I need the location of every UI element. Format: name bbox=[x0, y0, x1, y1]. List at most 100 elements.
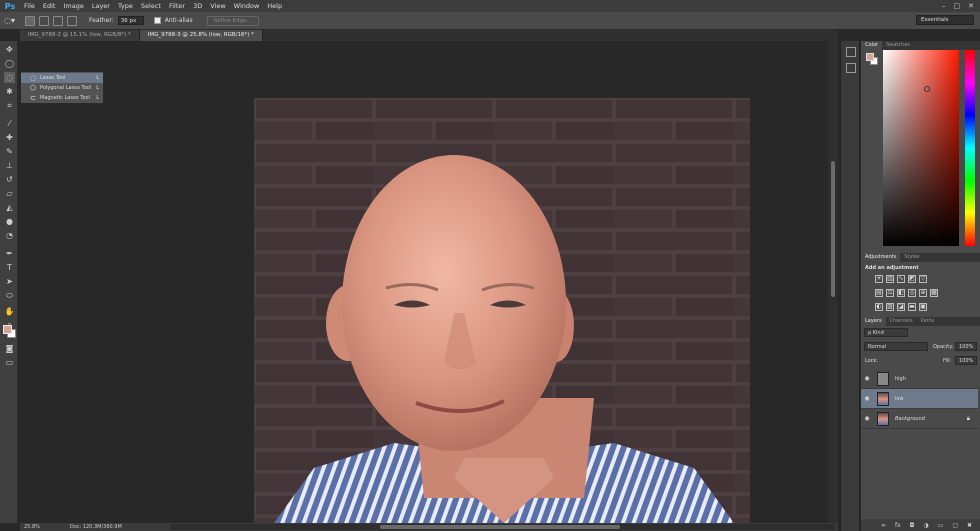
menu-view[interactable]: View bbox=[206, 2, 229, 10]
properties-panel-icon[interactable] bbox=[846, 63, 856, 73]
color-lookup-icon[interactable]: ▦ bbox=[930, 289, 938, 297]
workspace-switcher[interactable]: Essentials bbox=[916, 15, 974, 25]
blur-tool-icon[interactable]: ● bbox=[4, 216, 15, 227]
link-layers-icon[interactable]: ∞ bbox=[881, 522, 886, 529]
menu-select[interactable]: Select bbox=[137, 2, 165, 10]
maximize-button[interactable]: □ bbox=[954, 2, 961, 10]
feather-input[interactable]: 36 px bbox=[117, 16, 144, 25]
add-selection-icon[interactable] bbox=[39, 15, 49, 26]
new-selection-icon[interactable] bbox=[25, 15, 35, 26]
delete-layer-icon[interactable]: ✖ bbox=[967, 522, 972, 529]
layer-row-low[interactable]: ◉ low bbox=[861, 389, 978, 409]
vertical-scrollbar[interactable] bbox=[828, 41, 838, 523]
menu-filter[interactable]: Filter bbox=[165, 2, 189, 10]
visibility-eye-icon[interactable]: ◉ bbox=[861, 375, 873, 382]
layer-row-high[interactable]: ◉ high bbox=[861, 369, 978, 389]
tab-layers[interactable]: Layers bbox=[861, 317, 886, 326]
tab-img-9788-2[interactable]: IMG_9788-2 @ 15.1% (low, RGB/8*) * bbox=[20, 30, 140, 41]
path-selection-tool-icon[interactable]: ➤ bbox=[4, 276, 15, 287]
menu-image[interactable]: Image bbox=[59, 2, 87, 10]
hue-saturation-icon[interactable]: ▤ bbox=[875, 289, 883, 297]
intersect-selection-icon[interactable] bbox=[67, 15, 77, 26]
paint-bucket-tool-icon[interactable]: ◭ bbox=[4, 202, 15, 213]
brush-tool-icon[interactable]: ✎ bbox=[4, 146, 15, 157]
color-picker-cursor[interactable] bbox=[924, 86, 930, 92]
horizontal-scrollbar[interactable] bbox=[170, 524, 835, 530]
tab-channels[interactable]: Channels bbox=[886, 317, 917, 326]
gradient-map-icon[interactable]: ▬ bbox=[908, 303, 916, 311]
move-tool-icon[interactable]: ✥ bbox=[4, 44, 15, 55]
new-adjustment-icon[interactable]: ◑ bbox=[923, 522, 928, 529]
visibility-eye-icon[interactable]: ◉ bbox=[861, 415, 873, 422]
add-mask-icon[interactable]: ◘ bbox=[910, 522, 915, 529]
brightness-contrast-icon[interactable]: ☀ bbox=[875, 275, 883, 283]
threshold-icon[interactable]: ◪ bbox=[897, 303, 905, 311]
menu-file[interactable]: File bbox=[20, 2, 39, 10]
color-picker-field[interactable] bbox=[883, 50, 959, 246]
lasso-preset-icon[interactable]: ◌▾ bbox=[4, 16, 15, 25]
menu-edit[interactable]: Edit bbox=[39, 2, 60, 10]
curves-icon[interactable]: ∿ bbox=[897, 275, 905, 283]
healing-brush-tool-icon[interactable]: ✚ bbox=[4, 132, 15, 143]
exposure-icon[interactable]: ◩ bbox=[908, 275, 916, 283]
lock-icon[interactable]: 🔒︎ bbox=[967, 415, 970, 423]
tab-paths[interactable]: Paths bbox=[917, 317, 939, 326]
panel-foreground-swatch[interactable] bbox=[866, 53, 874, 61]
menu-type[interactable]: Type bbox=[114, 2, 137, 10]
hue-slider[interactable] bbox=[965, 50, 975, 246]
layer-kind-filter[interactable]: ρ Kind bbox=[864, 328, 908, 337]
tab-color[interactable]: Color bbox=[861, 41, 883, 50]
eraser-tool-icon[interactable]: ▱ bbox=[4, 188, 15, 199]
tab-swatches[interactable]: Swatches bbox=[882, 41, 914, 50]
history-panel-icon[interactable] bbox=[846, 47, 856, 57]
visibility-eye-icon[interactable]: ◉ bbox=[861, 395, 873, 402]
layer-style-icon[interactable]: fx bbox=[895, 522, 901, 529]
ellipse-tool-icon[interactable]: ⬭ bbox=[4, 290, 15, 301]
hand-tool-icon[interactable]: ✋ bbox=[4, 306, 15, 317]
minimize-button[interactable]: – bbox=[942, 2, 946, 10]
menu-window[interactable]: Window bbox=[230, 2, 264, 10]
clone-stamp-tool-icon[interactable]: ⊥ bbox=[4, 160, 15, 171]
screen-mode-icon[interactable]: ▭ bbox=[4, 357, 15, 368]
flyout-lasso-tool[interactable]: ◌ Lasso Tool L bbox=[21, 73, 103, 83]
new-group-icon[interactable]: ▭ bbox=[938, 522, 944, 529]
refine-edge-button[interactable]: Refine Edge... bbox=[206, 15, 259, 26]
dodge-tool-icon[interactable]: ◔ bbox=[4, 230, 15, 241]
marquee-tool-icon[interactable]: ◯ bbox=[4, 58, 15, 69]
photo-filter-icon[interactable]: ◎ bbox=[908, 289, 916, 297]
history-brush-tool-icon[interactable]: ↺ bbox=[4, 174, 15, 185]
pen-tool-icon[interactable]: ✒ bbox=[4, 248, 15, 259]
menu-layer[interactable]: Layer bbox=[88, 2, 114, 10]
document-canvas[interactable] bbox=[254, 98, 750, 523]
menu-3d[interactable]: 3D bbox=[189, 2, 206, 10]
selective-color-icon[interactable]: ▣ bbox=[919, 303, 927, 311]
opacity-input[interactable]: 100% bbox=[955, 342, 977, 351]
vibrance-icon[interactable]: ▽ bbox=[919, 275, 927, 283]
lasso-tool-icon[interactable]: ◌ bbox=[4, 72, 15, 83]
posterize-icon[interactable]: ▨ bbox=[886, 303, 894, 311]
foreground-color-swatch[interactable] bbox=[3, 325, 12, 334]
new-layer-icon[interactable]: ▢ bbox=[952, 522, 958, 529]
color-balance-icon[interactable]: ⚖ bbox=[886, 289, 894, 297]
blend-mode-select[interactable]: Normal bbox=[864, 342, 928, 351]
tab-adjustments[interactable]: Adjustments bbox=[861, 253, 901, 262]
levels-icon[interactable]: ▥ bbox=[886, 275, 894, 283]
quick-mask-icon[interactable]: ◙ bbox=[4, 343, 15, 354]
vertical-scroll-thumb[interactable] bbox=[831, 161, 835, 297]
subtract-selection-icon[interactable] bbox=[53, 15, 63, 26]
black-white-icon[interactable]: ◧ bbox=[897, 289, 905, 297]
invert-icon[interactable]: ◐ bbox=[875, 303, 883, 311]
flyout-polygonal-lasso-tool[interactable]: ⬠ Polygonal Lasso Tool L bbox=[21, 83, 103, 93]
flyout-magnetic-lasso-tool[interactable]: ⊂ Magnetic Lasso Tool L bbox=[21, 93, 103, 103]
antialias-checkbox[interactable] bbox=[153, 17, 161, 24]
type-tool-icon[interactable]: T bbox=[4, 262, 15, 273]
quick-selection-tool-icon[interactable]: ✱ bbox=[4, 86, 15, 97]
eyedropper-tool-icon[interactable]: ⁄ bbox=[4, 118, 15, 129]
crop-tool-icon[interactable]: ⌗ bbox=[4, 100, 15, 111]
zoom-level[interactable]: 25.8% bbox=[24, 524, 40, 530]
horizontal-scroll-thumb[interactable] bbox=[380, 525, 620, 529]
tab-styles[interactable]: Styles bbox=[900, 253, 923, 262]
close-button[interactable]: ✕ bbox=[968, 2, 974, 10]
channel-mixer-icon[interactable]: ⊕ bbox=[919, 289, 927, 297]
fill-input[interactable]: 100% bbox=[955, 356, 977, 365]
